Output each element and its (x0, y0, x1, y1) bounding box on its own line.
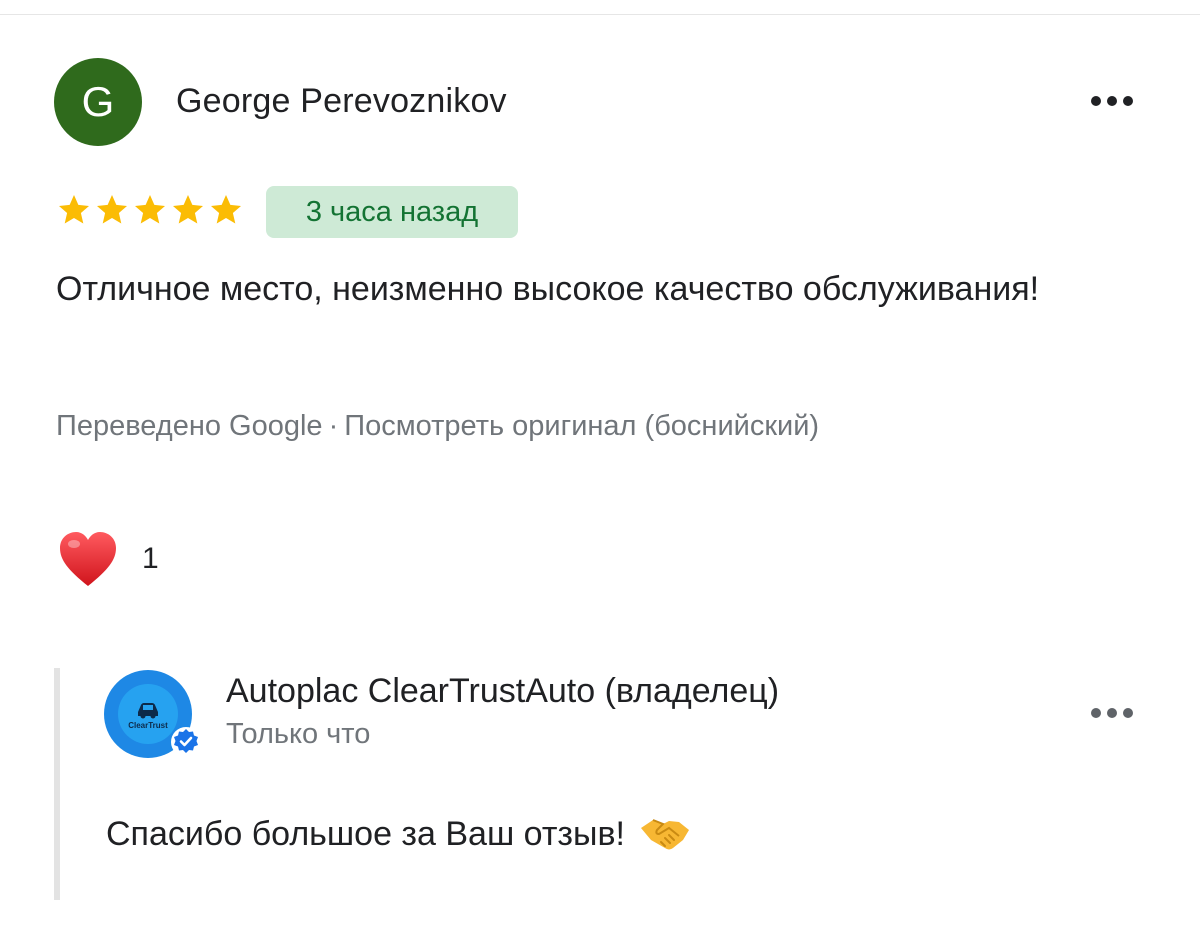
reaction-count: 1 (142, 542, 159, 575)
star-rating (56, 192, 244, 228)
reply-indent-bar (54, 668, 60, 900)
reply-text: Спасибо большое за Ваш отзыв! (106, 814, 625, 853)
owner-logo-text: ClearTrust (128, 720, 168, 730)
heart-reaction-button[interactable]: 1 (58, 530, 159, 588)
star-icon (135, 195, 165, 224)
star-icon (97, 195, 127, 224)
top-divider (0, 14, 1200, 15)
handshake-icon (640, 819, 689, 850)
separator-dot: · (328, 410, 339, 442)
heart-icon (60, 532, 116, 586)
owner-name[interactable]: Autoplac ClearTrustAuto (владелец) (226, 672, 779, 711)
reviewer-avatar[interactable]: G (54, 58, 142, 146)
translation-info: Переведено Google · Посмотреть оригинал (б… (56, 410, 819, 443)
reply-text-row: Спасибо большое за Ваш отзыв! (106, 814, 691, 854)
verified-badge-icon (171, 727, 201, 757)
review-more-options-icon[interactable] (1091, 96, 1133, 106)
car-logo-icon (138, 702, 158, 718)
review-text: Отличное место, неизменно высокое качест… (56, 270, 1040, 308)
reviewer-name[interactable]: George Perevoznikov (176, 82, 507, 121)
translated-by-label: Переведено Google (56, 410, 323, 442)
star-icon (211, 195, 241, 224)
review-time-badge: 3 часа назад (266, 186, 518, 238)
star-icon (59, 195, 89, 224)
reply-time: Только что (226, 718, 371, 750)
star-icon (173, 195, 203, 224)
reply-more-options-icon[interactable] (1091, 708, 1133, 718)
view-original-link[interactable]: Посмотреть оригинал (боснийский) (344, 410, 819, 442)
